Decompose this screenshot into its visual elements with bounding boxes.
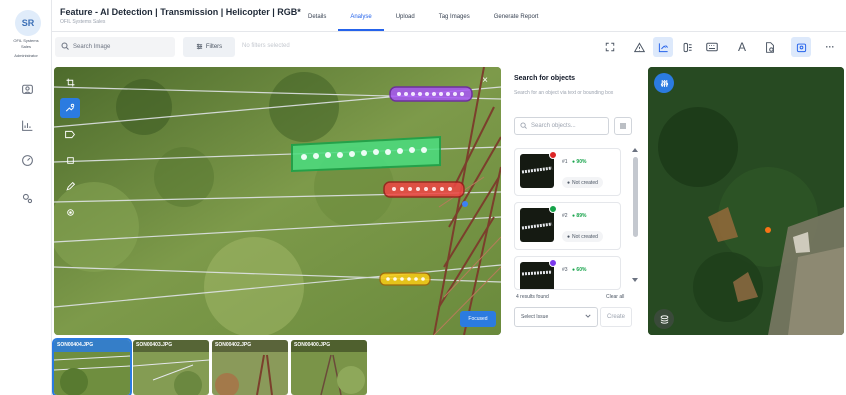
filmstrip-name: SON00400.JPG [294,342,331,348]
org-line-2: Sales [20,44,31,49]
search-icon [61,42,69,52]
chevron-down-icon [585,314,591,320]
focused-button[interactable]: Focused [460,311,496,327]
object-search-input[interactable]: Search objects... [531,123,576,129]
object-search-field[interactable]: Search objects... [514,117,609,135]
detection-box-purple[interactable] [389,86,473,102]
satellite-map[interactable] [648,67,844,335]
filmstrip-thumb[interactable]: SON00400.JPG [291,340,367,395]
map-pin-icon[interactable] [791,37,811,57]
search-icon [520,121,527,131]
page-title: Feature - AI Detection | Transmission | … [60,7,301,17]
map-settings-icon[interactable] [654,73,674,93]
filmstrip-name: SON00404.JPG [57,342,94,348]
pen-icon[interactable] [60,176,80,196]
search-input[interactable]: Search Image [73,44,110,50]
results-count: 4 results found [516,294,549,300]
no-filters-text: No filters selected [242,43,290,49]
detection-box-red[interactable] [383,181,465,198]
panel-description: Search for an object via text or boundin… [514,90,614,96]
avatar[interactable]: SR [15,10,41,36]
tab-analyse[interactable]: Analyse [338,0,384,31]
confidence-value: ● 60% [572,267,587,273]
settings-icon[interactable] [17,188,37,208]
confidence-value: ● 89% [572,213,587,219]
warning-icon[interactable] [629,37,649,57]
main-image[interactable] [54,67,501,335]
tab-tag-images[interactable]: Tag Images [427,0,482,31]
filmstrip-thumb[interactable]: SON00403.JPG [133,340,209,395]
status-dot [549,259,557,267]
point-icon[interactable] [60,202,80,222]
layers-icon[interactable] [677,37,697,57]
status-dot [549,205,557,213]
object-card[interactable]: #3 ● 60% [514,256,621,290]
panel-title: Search for objects [514,75,576,82]
status-dot [549,151,557,159]
page-subtitle: OFIL Systems Sales [60,19,106,25]
more-icon[interactable]: ··· [820,37,840,57]
user-role: Administrator [14,53,38,58]
tab-generate-report[interactable]: Generate Report [482,0,551,31]
tab-upload[interactable]: Upload [384,0,427,31]
object-number: #1 [562,159,568,165]
status-badge: ● Not created [562,231,603,242]
filmstrip-thumb[interactable]: SON00402.JPG [212,340,288,395]
location-marker[interactable] [765,227,771,233]
detection-box-yellow[interactable] [379,272,431,286]
crop-icon[interactable] [60,72,80,92]
confidence-value: ● 90% [572,159,587,165]
object-number: #2 [562,213,568,219]
filmstrip-thumb[interactable]: SON00404.JPG [52,338,132,395]
tab-details[interactable]: Details [296,0,338,31]
map-layers-icon[interactable] [654,309,674,329]
detect-icon[interactable] [60,98,80,118]
gauge-icon[interactable] [17,150,37,170]
image-search[interactable]: Search Image [55,37,175,57]
filter-sliders-icon[interactable] [614,117,632,135]
filmstrip-name: SON00402.JPG [215,342,252,348]
annotate-icon[interactable] [653,37,673,57]
clear-all-link[interactable]: Clear all [606,294,624,300]
sliders-icon [196,43,203,52]
tab-bar: Details Analyse Upload Tag Images Genera… [296,0,550,31]
document-icon[interactable] [760,37,780,57]
object-search-panel: Search for objects Search for an object … [506,67,639,335]
results-scrollbar[interactable] [632,147,638,287]
filmstrip-name: SON00403.JPG [136,342,173,348]
header-divider [52,31,846,32]
text-icon[interactable]: A [732,37,752,57]
left-rail: SR OFIL Systems Sales Administrator [0,0,52,395]
object-thumbnail [520,208,554,242]
object-thumbnail [520,262,554,289]
object-number: #3 [562,267,568,273]
filters-label: Filters [205,44,223,50]
box-icon[interactable] [60,150,80,170]
user-pin-icon[interactable] [17,78,37,98]
filters-button[interactable]: Filters [183,37,235,57]
object-card[interactable]: #2 ● 89% ● Not created [514,202,621,250]
expand-icon[interactable] [600,37,620,57]
scrollbar-thumb[interactable] [633,157,638,237]
close-icon[interactable]: × [477,72,493,88]
keyboard-icon[interactable] [702,37,722,57]
object-card[interactable]: #1 ● 90% ● Not created [514,148,621,196]
status-badge: ● Not created [562,177,603,188]
select-issue-dropdown[interactable]: Select Issue [514,307,598,327]
select-issue-value: Select Issue [521,314,549,320]
org-info: OFIL Systems Sales Administrator [2,38,50,59]
create-button[interactable]: Create [600,307,632,327]
label-icon[interactable] [60,124,80,144]
object-thumbnail [520,154,554,188]
chart-icon[interactable] [17,115,37,135]
